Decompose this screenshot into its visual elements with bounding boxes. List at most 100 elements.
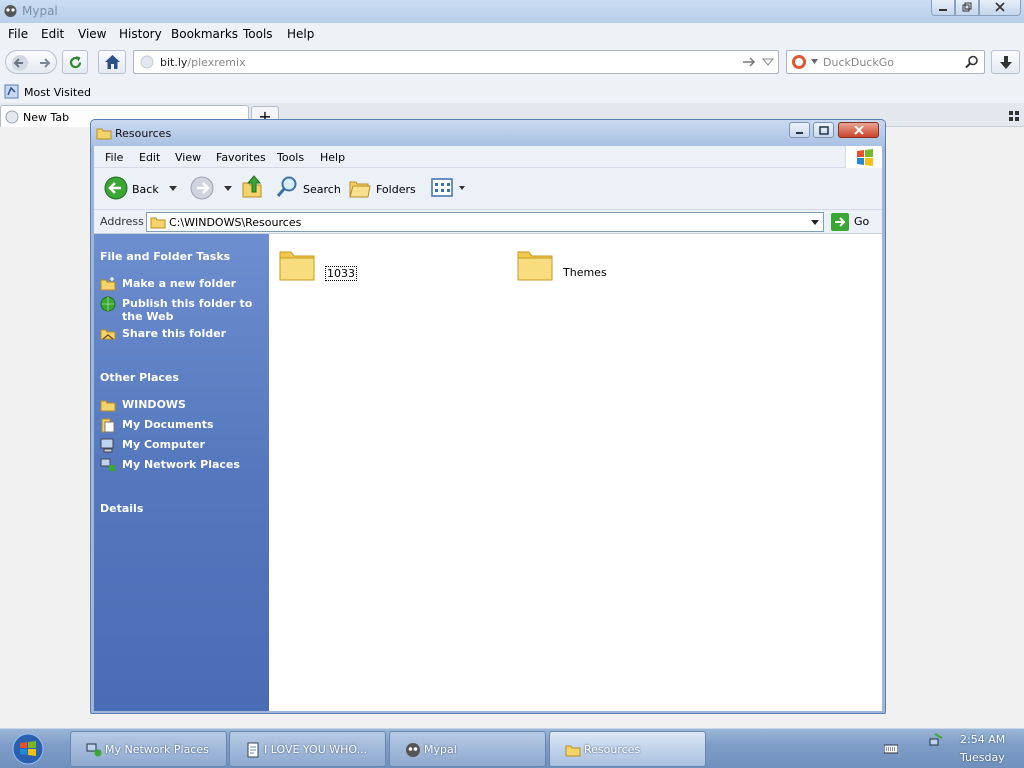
taskbar-network-places[interactable]: My Network Places bbox=[70, 731, 227, 767]
reload-button[interactable] bbox=[62, 50, 88, 74]
minimize-icon bbox=[795, 132, 803, 134]
xp-menu-file[interactable]: File bbox=[105, 151, 123, 164]
search-bar[interactable]: DuckDuckGo bbox=[786, 50, 985, 74]
menu-file[interactable]: File bbox=[8, 27, 28, 41]
other-places-heading[interactable]: Other Places bbox=[100, 371, 179, 384]
mypal-icon bbox=[4, 5, 17, 17]
up-folder-icon[interactable] bbox=[240, 174, 264, 200]
browser-restore-button[interactable] bbox=[955, 0, 979, 16]
search-engine-dropdown-icon[interactable] bbox=[811, 59, 818, 64]
explorer-maximize-button[interactable] bbox=[813, 122, 834, 138]
place-my-documents[interactable]: My Documents bbox=[122, 418, 262, 431]
details-heading[interactable]: Details bbox=[100, 502, 143, 515]
back-button-label[interactable]: Back bbox=[132, 183, 159, 196]
views-dropdown-icon[interactable] bbox=[459, 186, 465, 190]
tab-label: New Tab bbox=[23, 111, 70, 124]
taskbar-label: I LOVE YOU WHO... bbox=[264, 743, 368, 756]
address-value: C:\WINDOWS\Resources bbox=[169, 216, 302, 229]
menu-history[interactable]: History bbox=[119, 27, 162, 41]
folders-icon[interactable] bbox=[348, 177, 372, 199]
search-icon[interactable] bbox=[965, 55, 979, 69]
explorer-minimize-button[interactable] bbox=[789, 122, 810, 138]
forward-dropdown-icon[interactable] bbox=[224, 186, 232, 191]
forward-icon[interactable] bbox=[190, 176, 214, 200]
downloads-button[interactable] bbox=[991, 50, 1020, 74]
back-dropdown-icon[interactable] bbox=[169, 186, 177, 191]
minimize-icon bbox=[939, 9, 947, 11]
menu-bookmarks[interactable]: Bookmarks bbox=[171, 27, 238, 41]
place-windows[interactable]: WINDOWS bbox=[122, 398, 262, 411]
xp-menu-edit[interactable]: Edit bbox=[139, 151, 160, 164]
xp-menu-tools[interactable]: Tools bbox=[277, 151, 304, 164]
xp-menu-favorites[interactable]: Favorites bbox=[216, 151, 266, 164]
menu-tools[interactable]: Tools bbox=[243, 27, 273, 41]
go-button[interactable]: Go bbox=[830, 212, 878, 232]
address-bar: Address C:\WINDOWS\Resources Go bbox=[94, 210, 882, 234]
explorer-menu-bar: File Edit View Favorites Tools Help bbox=[94, 146, 882, 168]
back-arrow-icon[interactable] bbox=[11, 54, 29, 72]
xp-menu-help[interactable]: Help bbox=[320, 151, 345, 164]
forward-arrow-icon[interactable] bbox=[35, 54, 53, 72]
start-button[interactable] bbox=[8, 732, 48, 766]
task-share-folder[interactable]: Share this folder bbox=[122, 327, 262, 340]
browser-navigation-bar: bit.ly/plexremix DuckDuckGo bbox=[0, 45, 1024, 81]
go-label: Go bbox=[854, 215, 870, 228]
xp-menu-view[interactable]: View bbox=[175, 151, 201, 164]
clock-day[interactable]: Tuesday bbox=[960, 751, 1005, 764]
taskbar-resources[interactable]: Resources bbox=[549, 731, 706, 767]
menu-view[interactable]: View bbox=[78, 27, 106, 41]
explorer-toolbar: Back Search Folders bbox=[94, 168, 882, 210]
explorer-close-button[interactable] bbox=[838, 122, 879, 138]
duckduckgo-icon bbox=[792, 55, 806, 69]
bookmarks-toolbar: Most Visited bbox=[0, 81, 1024, 103]
taskbar-mypal[interactable]: Mypal bbox=[389, 731, 546, 767]
menu-edit[interactable]: Edit bbox=[41, 27, 64, 41]
folder-icon bbox=[150, 217, 166, 229]
explorer-body: File Edit View Favorites Tools Help Back… bbox=[94, 146, 882, 711]
url-path: /plexremix bbox=[187, 56, 246, 69]
folder-icon bbox=[565, 745, 581, 757]
browser-title: Mypal bbox=[22, 4, 58, 18]
place-my-computer[interactable]: My Computer bbox=[122, 438, 262, 451]
folder-icon bbox=[517, 251, 553, 281]
url-bar[interactable]: bit.ly/plexremix bbox=[133, 50, 779, 74]
network-tray-icon[interactable] bbox=[929, 733, 943, 747]
reload-icon bbox=[69, 56, 82, 69]
browser-menu-bar: File Edit View History Bookmarks Tools H… bbox=[0, 23, 1024, 45]
task-make-new-folder[interactable]: Make a new folder bbox=[122, 277, 262, 290]
back-icon[interactable] bbox=[104, 176, 128, 200]
task-publish-web[interactable]: Publish this folder to the Web bbox=[122, 297, 262, 323]
menu-help[interactable]: Help bbox=[287, 27, 314, 41]
most-visited-bookmark[interactable]: Most Visited bbox=[24, 86, 91, 99]
task-pane: File and Folder Tasks Make a new folder … bbox=[94, 234, 269, 711]
place-my-network-places[interactable]: My Network Places bbox=[122, 458, 262, 471]
folder-item-themes[interactable]: Themes bbox=[515, 244, 607, 287]
browser-close-button[interactable] bbox=[979, 0, 1021, 16]
go-arrow-icon[interactable] bbox=[742, 56, 756, 68]
explorer-title-bar[interactable]: Resources bbox=[91, 120, 885, 146]
search-button-label[interactable]: Search bbox=[303, 183, 341, 196]
taskbar-label: Resources bbox=[584, 743, 641, 756]
address-label: Address bbox=[100, 215, 144, 228]
site-identity-icon bbox=[140, 55, 154, 69]
address-dropdown-icon[interactable] bbox=[811, 220, 819, 225]
home-button[interactable] bbox=[98, 50, 126, 74]
taskbar-notepad[interactable]: I LOVE YOU WHO... bbox=[229, 731, 386, 767]
folder-icon bbox=[279, 251, 315, 281]
views-icon[interactable] bbox=[431, 177, 457, 199]
share-folder-icon bbox=[100, 329, 116, 340]
keyboard-icon[interactable] bbox=[884, 744, 898, 754]
back-forward-group bbox=[5, 50, 57, 74]
clock-time[interactable]: 2:54 AM bbox=[960, 733, 1005, 746]
folders-button-label[interactable]: Folders bbox=[376, 183, 416, 196]
file-folder-tasks-heading[interactable]: File and Folder Tasks bbox=[100, 250, 230, 263]
new-folder-icon bbox=[100, 277, 116, 291]
browser-minimize-button[interactable] bbox=[931, 0, 955, 16]
search-placeholder: DuckDuckGo bbox=[823, 56, 894, 69]
tab-list-icon[interactable] bbox=[1009, 111, 1019, 121]
notepad-icon bbox=[247, 742, 259, 758]
address-input[interactable]: C:\WINDOWS\Resources bbox=[146, 212, 824, 232]
dropdown-icon[interactable] bbox=[762, 58, 774, 66]
folder-item-1033[interactable]: 1033 bbox=[277, 244, 357, 287]
search-magnifier-icon[interactable] bbox=[275, 175, 299, 199]
